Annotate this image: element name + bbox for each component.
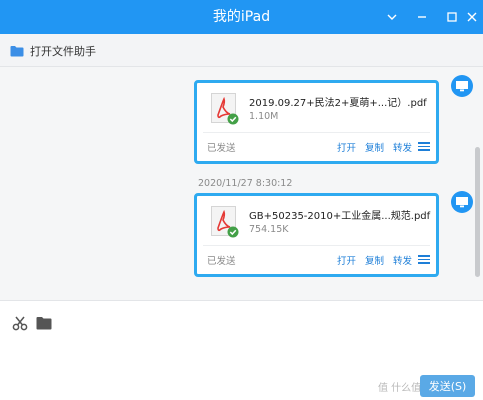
device-avatar[interactable] (451, 191, 473, 213)
file-message-bubble[interactable]: 2019.09.27+民法2+夏萌+...记）.pdf 1.10M 已发送 打开… (194, 80, 439, 164)
chat-area: 2019.09.27+民法2+夏萌+...记）.pdf 1.10M 已发送 打开… (0, 67, 483, 300)
divider (203, 132, 430, 133)
open-link[interactable]: 打开 (337, 253, 356, 267)
message-composer[interactable]: 值 什么值得买 发送(S) (0, 300, 483, 400)
pdf-file-icon (211, 206, 239, 238)
open-file-helper-label: 打开文件助手 (30, 44, 96, 58)
folder-icon[interactable] (36, 315, 52, 334)
message-timestamp: 2020/11/27 8:30:12 (198, 178, 293, 189)
monitor-icon (456, 81, 468, 92)
forward-link[interactable]: 转发 (393, 253, 412, 267)
more-menu-icon[interactable] (418, 255, 430, 264)
file-message-bubble[interactable]: GB+50235-2010+工业金属...规范.pdf 754.15K 已发送 … (194, 193, 439, 277)
device-avatar[interactable] (451, 75, 473, 97)
file-name[interactable]: GB+50235-2010+工业金属...规范.pdf (249, 207, 430, 222)
toolbar: 打开文件助手 (0, 34, 483, 67)
divider (203, 245, 430, 246)
copy-link[interactable]: 复制 (365, 253, 384, 267)
minimize-icon[interactable] (410, 0, 434, 34)
scissors-icon[interactable] (12, 315, 28, 335)
title-bar: 我的iPad (0, 0, 483, 34)
copy-link[interactable]: 复制 (365, 140, 384, 154)
file-size: 1.10M (249, 111, 279, 122)
file-size: 754.15K (249, 224, 289, 235)
forward-link[interactable]: 转发 (393, 140, 412, 154)
chevron-down-icon[interactable] (380, 0, 404, 34)
send-button[interactable]: 发送(S) (420, 375, 475, 397)
more-menu-icon[interactable] (418, 142, 430, 151)
close-icon[interactable] (460, 0, 483, 34)
open-link[interactable]: 打开 (337, 140, 356, 154)
chat-scrollbar[interactable] (475, 147, 480, 277)
sent-status: 已发送 (207, 143, 236, 154)
monitor-icon (456, 197, 468, 208)
open-file-helper-button[interactable]: 打开文件助手 (10, 34, 96, 67)
folder-icon (10, 45, 24, 56)
sent-status: 已发送 (207, 256, 236, 267)
pdf-file-icon (211, 93, 239, 125)
file-name[interactable]: 2019.09.27+民法2+夏萌+...记）.pdf (249, 94, 427, 109)
